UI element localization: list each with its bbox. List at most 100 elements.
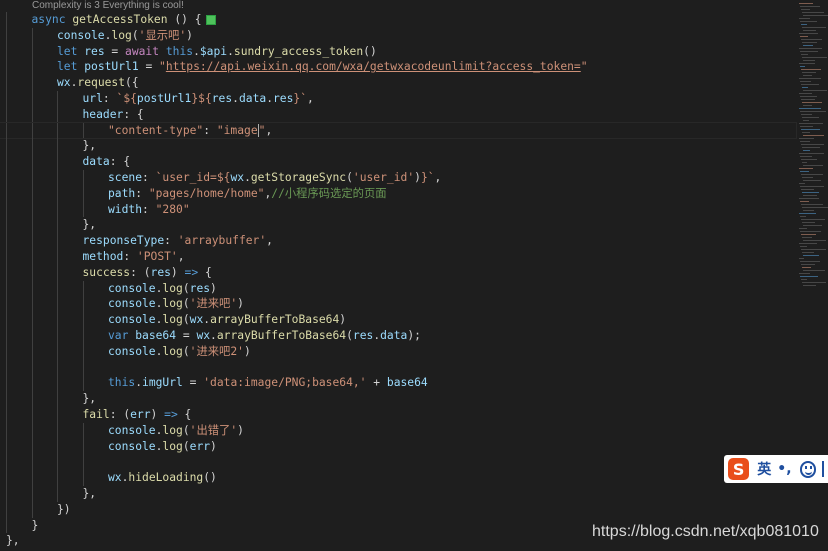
- code-token: '进来吧': [189, 297, 238, 311]
- ime-toolbar[interactable]: S 英 •,: [724, 455, 828, 483]
- code-token: res: [273, 91, 294, 105]
- code-line[interactable]: header: {: [0, 106, 796, 123]
- code-token: : (: [130, 265, 151, 279]
- code-line[interactable]: async getAccessToken () {: [0, 12, 796, 28]
- code-line[interactable]: [0, 359, 796, 376]
- code-token: {: [177, 407, 192, 421]
- code-token: '进来吧2': [189, 344, 244, 358]
- code-line[interactable]: method: 'POST',: [0, 248, 796, 265]
- complexity-indicator-icon[interactable]: [205, 15, 216, 25]
- minimap-line: [803, 90, 827, 91]
- codelens-complexity[interactable]: Complexity is 3 Everything is cool!: [32, 0, 184, 12]
- code-line[interactable]: fail: (err) => {: [0, 406, 796, 423]
- code-line[interactable]: wx.hideLoading(): [0, 470, 796, 486]
- code-line[interactable]: },: [0, 485, 796, 502]
- code-line[interactable]: },: [0, 391, 796, 407]
- code-line[interactable]: console.log('出错了'): [0, 422, 796, 439]
- minimap-line: [802, 162, 807, 163]
- minimap-line: [801, 114, 812, 115]
- code-line[interactable]: console.log('进来吧2'): [0, 343, 796, 360]
- minimap-line: [802, 147, 820, 148]
- minimap-line: [801, 234, 816, 235]
- code-token: ": [580, 60, 588, 74]
- code-line[interactable]: },: [0, 138, 796, 155]
- minimap-line: [799, 183, 805, 184]
- minimap-line: [802, 177, 813, 178]
- code-line[interactable]: width: "280": [0, 201, 796, 218]
- indent-guide: [6, 122, 7, 139]
- code-line[interactable]: responseType: 'arraybuffer',: [0, 233, 796, 249]
- minimap-line: [799, 123, 823, 124]
- minimap-line: [800, 96, 817, 97]
- code-token: ": [159, 60, 166, 74]
- ime-language-toggle[interactable]: 英: [757, 459, 771, 479]
- code-line-content: },: [83, 486, 97, 502]
- minimap[interactable]: [796, 0, 828, 300]
- code-line[interactable]: let postUrl1 = "https://api.weixin.qq.co…: [0, 59, 796, 76]
- code-token: res: [189, 281, 211, 295]
- indent-guide: [31, 501, 33, 518]
- code-line[interactable]: var base64 = wx.arrayBufferToBase64(res.…: [0, 327, 796, 344]
- code-line[interactable]: console.log('进来吧'): [0, 296, 796, 313]
- code-line-content: this.imgUrl = 'data:image/PNG;base64,' +…: [108, 375, 428, 391]
- minimap-line: [802, 132, 810, 133]
- code-line[interactable]: console.log(wx.arrayBufferToBase64): [0, 312, 796, 328]
- ime-more-icon[interactable]: [822, 461, 828, 477]
- indent-guide: [6, 217, 7, 234]
- code-line[interactable]: this.imgUrl = 'data:image/PNG;base64,' +…: [0, 375, 796, 392]
- sogou-logo-icon[interactable]: S: [728, 458, 750, 480]
- code-line-content: "content-type": "image",: [108, 123, 272, 139]
- code-token: () {: [167, 13, 202, 26]
- code-line[interactable]: },: [0, 217, 796, 234]
- code-line[interactable]: }): [0, 501, 796, 518]
- code-line[interactable]: console.log(res): [0, 280, 796, 297]
- code-token: (: [182, 344, 190, 358]
- indent-guide: [31, 485, 33, 502]
- code-line[interactable]: wx.request({: [0, 75, 796, 91]
- code-line[interactable]: path: "pages/home/home",//小程序码选定的页面: [0, 185, 796, 202]
- minimap-line: [800, 201, 809, 202]
- code-line[interactable]: console.log(err): [0, 438, 796, 455]
- minimap-line: [800, 141, 810, 142]
- emoji-icon[interactable]: [799, 460, 817, 478]
- minimap-line: [802, 237, 812, 238]
- code-line-content: }: [32, 518, 39, 534]
- code-editor[interactable]: Complexity is 3 Everything is cool! asyn…: [0, 0, 797, 551]
- code-token: res: [84, 44, 105, 58]
- minimap-line: [803, 255, 819, 256]
- code-token: ): [150, 407, 165, 421]
- minimap-line: [799, 63, 815, 64]
- indent-guide: [6, 27, 7, 44]
- minimap-line: [803, 105, 812, 106]
- indent-guide: [31, 359, 33, 376]
- minimap-line: [801, 129, 820, 130]
- code-line[interactable]: url: `${postUrl1}${res.data.res}`,: [0, 90, 796, 107]
- indent-guide: [31, 327, 33, 344]
- code-line[interactable]: "content-type": "image",: [0, 121, 797, 140]
- indent-guide: [31, 138, 33, 155]
- minimap-line: [801, 159, 817, 160]
- minimap-line: [803, 150, 810, 151]
- code-line[interactable]: console.log('显示吧'): [0, 27, 796, 44]
- code-line[interactable]: data: {: [0, 154, 796, 170]
- code-token: await: [125, 44, 166, 58]
- code-token: arrayBufferToBase64: [210, 313, 340, 327]
- indent-guide: [6, 501, 7, 518]
- indent-guide: [57, 154, 58, 170]
- code-token: postUrl1: [136, 91, 192, 105]
- code-line-content: console.log(err): [108, 439, 217, 455]
- indent-guide: [57, 90, 58, 107]
- code-token: ,: [266, 234, 273, 248]
- code-token: ): [186, 28, 193, 42]
- indent-guide: [82, 327, 84, 344]
- code-line-content: method: 'POST',: [83, 249, 185, 265]
- code-line[interactable]: [0, 454, 796, 471]
- indent-guide: [57, 217, 58, 234]
- code-line[interactable]: scene: `user_id=${wx.getStorageSync('use…: [0, 169, 796, 186]
- minimap-line: [801, 174, 823, 175]
- indent-guide: [6, 106, 7, 123]
- code-line[interactable]: success: (res) => {: [0, 264, 796, 281]
- ime-punctuation-toggle[interactable]: •,: [777, 461, 791, 477]
- minimap-line: [803, 15, 828, 16]
- code-line[interactable]: let res = await this.$api.sundry_access_…: [0, 43, 796, 60]
